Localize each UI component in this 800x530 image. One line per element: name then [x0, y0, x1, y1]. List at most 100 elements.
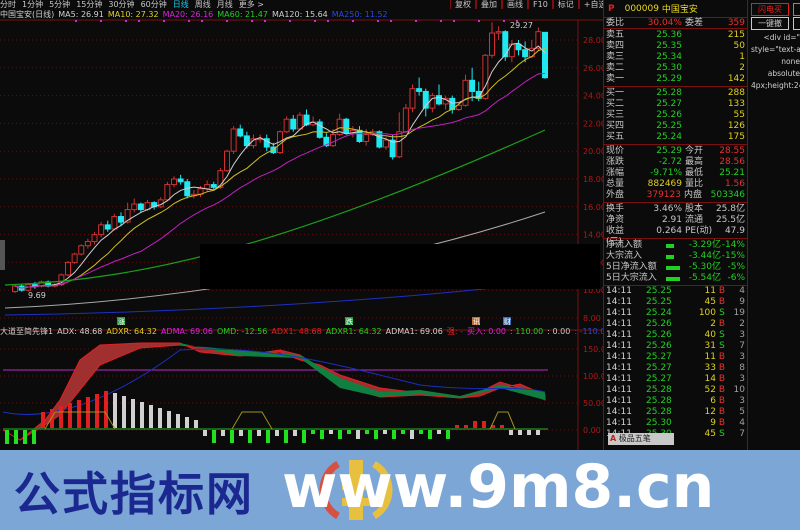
bid-price: 25.25: [656, 121, 682, 131]
signal-marker: [503, 20, 505, 22]
period-tab[interactable]: 1分钟: [22, 0, 43, 9]
tool-button[interactable]: 叠加: [476, 0, 502, 9]
tick-time: 14:11: [606, 286, 632, 296]
tick-row: 14:11 25.27 14 B 3: [604, 374, 747, 385]
candle-body: [137, 203, 144, 211]
tick-side: S: [719, 308, 725, 318]
stat-value: 28.56: [719, 157, 745, 167]
bid-row[interactable]: 买四 25.25 126: [604, 121, 747, 132]
period-tab[interactable]: 日线: [173, 0, 189, 9]
tick-row: 14:11 25.28 6 B 3: [604, 396, 747, 407]
stat-label: 内盘: [683, 190, 702, 200]
low-label: 9.69: [28, 291, 46, 300]
tick-list[interactable]: 14:11 25.25 11 B 4 14:11 25.25 45 B 9 14:11 25.24 10…: [604, 286, 747, 440]
ask-row[interactable]: 卖五 25.36 215: [604, 30, 747, 41]
tick-volume: 11: [704, 352, 716, 362]
tick-volume: 33: [704, 363, 716, 373]
indicator-value: ADMA1: 69.06: [385, 327, 443, 336]
tool-button[interactable]: F10: [528, 0, 553, 9]
signal-marker: [264, 20, 266, 22]
tick-row: 14:11 25.27 33 B 8: [604, 363, 747, 374]
period-tab[interactable]: 周线: [195, 0, 211, 9]
weibi-value: 30.04%: [647, 18, 682, 28]
signal-marker: [390, 20, 392, 22]
period-tab[interactable]: 15分钟: [76, 0, 102, 9]
tick-time: 14:11: [606, 308, 632, 318]
flow-label: 5日净流入额: [606, 262, 657, 272]
tick-price: 25.30: [646, 418, 672, 428]
bid-row[interactable]: 买三 25.26 55: [604, 110, 747, 121]
tick-row: 14:11 25.25 45 B 9: [604, 297, 747, 308]
extra-button[interactable]: [793, 17, 800, 30]
price-stats: 现价 25.29 今开 28.55 涨跌 -2.72 最高 28.56 涨幅 -9.71% 最低 25…: [604, 145, 747, 203]
flow-label: 大宗流入: [606, 251, 643, 261]
candle-body: [164, 184, 171, 201]
bid-volume: 55: [733, 110, 745, 120]
signal-marker: [415, 20, 417, 22]
bid-price: 25.28: [656, 88, 682, 98]
stat-value: -2.72: [658, 157, 682, 167]
tick-side: S: [719, 341, 725, 351]
brand-url: www.9m8.cn: [282, 452, 715, 522]
ma-value: MA20: 26.16: [162, 10, 214, 19]
price-chart[interactable]: 28.00 26.00 24.00 22.00 20.00 18.00 16.00 14.00…: [0, 0, 603, 450]
tick-time: 14:11: [606, 341, 632, 351]
period-tab[interactable]: 60分钟: [141, 0, 167, 9]
ask-volume: 50: [733, 41, 745, 51]
quote-panel: P 000009 中国宝安 委比 30.04% 委差 359 卖五 25.36 21…: [603, 0, 748, 450]
period-tab[interactable]: 更多 >: [239, 0, 264, 9]
tool-button[interactable]: 标记: [552, 0, 579, 9]
period-tab[interactable]: 5分钟: [49, 0, 70, 9]
tick-volume: 31: [704, 341, 716, 351]
ask-row[interactable]: 卖二 25.30 2: [604, 63, 747, 74]
ma-value: MA60: 21.47: [217, 10, 268, 19]
ime-toolbar[interactable]: A 极品五笔: [608, 433, 674, 445]
flow-value: -3.44亿: [688, 251, 721, 261]
scroll-handle[interactable]: [0, 240, 5, 270]
one-key-cancel-button[interactable]: 一键撤: [751, 17, 789, 30]
period-tab[interactable]: 30分钟: [108, 0, 134, 9]
bid-label: 买五: [606, 132, 625, 142]
stat-label: 最高: [685, 157, 704, 167]
tool-button[interactable]: 复权: [450, 0, 476, 9]
candle-body: [402, 107, 409, 133]
tick-price: 25.24: [646, 308, 672, 318]
ask-row[interactable]: 卖三 25.34 1: [604, 52, 747, 63]
flash-sell-button[interactable]: [793, 3, 800, 16]
ma-value: MA120: 15.64: [271, 10, 328, 19]
tick-count: 3: [739, 330, 745, 340]
tick-row: 14:11 25.27 11 B 3: [604, 352, 747, 363]
tick-volume: 12: [704, 407, 716, 417]
tool-button[interactable]: 画线: [502, 0, 528, 9]
ask-price: 25.34: [656, 52, 682, 62]
tick-side: B: [718, 396, 726, 406]
flow-bar: [666, 244, 674, 248]
tick-count: 3: [739, 396, 745, 406]
stock-code[interactable]: 000009: [625, 4, 659, 14]
ask-row[interactable]: 卖四 25.35 50: [604, 41, 747, 52]
candle-body: [177, 178, 184, 183]
indicator-value: : 0.00: [547, 327, 571, 336]
indicator-value: 买入: 0.00: [466, 327, 507, 336]
flow-bar: [666, 266, 680, 270]
bid-row[interactable]: 买二 25.27 133: [604, 99, 747, 110]
ask-row[interactable]: 卖一 25.29 142: [604, 74, 747, 85]
indicator-value: ADX: 48.68: [57, 327, 103, 336]
candle-body: [98, 224, 105, 236]
candle-body: [118, 216, 124, 223]
flow-pct: -14%: [721, 240, 745, 250]
candle-body: [224, 150, 230, 172]
period-tab[interactable]: 分时: [0, 0, 16, 9]
bid-row[interactable]: 买一 25.28 288: [604, 88, 747, 99]
bid-row[interactable]: 买五 25.24 175: [604, 132, 747, 143]
fundamental-row: 换手 3.46% 股本 25.8亿: [604, 204, 747, 215]
tick-count: 3: [739, 352, 745, 362]
flash-buy-button[interactable]: 闪电买: [751, 3, 789, 16]
tick-row: 14:11 25.30 9 B 4: [604, 418, 747, 429]
tick-side: S: [719, 330, 725, 340]
tick-row: 14:11 25.26 31 S 7: [604, 341, 747, 352]
period-tab[interactable]: 月线: [217, 0, 233, 9]
stock-name[interactable]: 中国宝安: [662, 2, 698, 15]
ask-price: 25.35: [656, 41, 682, 51]
candle-body: [296, 114, 303, 130]
